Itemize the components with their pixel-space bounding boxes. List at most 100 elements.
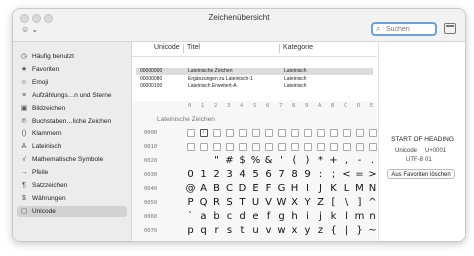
character-cell[interactable]: e	[249, 211, 262, 222]
character-cell[interactable]: 0	[184, 169, 197, 180]
character-cell[interactable]: Y	[301, 197, 314, 208]
table-row[interactable]: 00000100 Lateinisch Erweitert-A Lateinisch	[136, 83, 373, 90]
character-cell[interactable]: W	[275, 197, 288, 208]
character-cell[interactable]: 3	[223, 169, 236, 180]
character-cell[interactable]: =	[353, 169, 366, 180]
character-cell[interactable]: a	[197, 211, 210, 222]
control-character-cell[interactable]	[264, 143, 273, 151]
character-cell[interactable]: 2	[210, 169, 223, 180]
character-cell[interactable]: 5	[249, 169, 262, 180]
control-character-cell[interactable]	[251, 129, 260, 137]
character-cell[interactable]: w	[275, 225, 288, 236]
control-character-cell[interactable]	[199, 143, 208, 151]
control-character-cell[interactable]	[186, 129, 195, 137]
character-cell[interactable]: 4	[236, 169, 249, 180]
sidebar-item-brackets[interactable]: () Klammern	[17, 128, 127, 139]
character-cell[interactable]: [	[327, 197, 340, 208]
control-character-cell[interactable]	[303, 143, 312, 151]
character-cell[interactable]: h	[288, 211, 301, 222]
character-cell[interactable]: \	[340, 197, 353, 208]
character-cell[interactable]: X	[288, 197, 301, 208]
character-cell[interactable]: z	[314, 225, 327, 236]
character-cell[interactable]: |	[340, 225, 353, 236]
character-cell[interactable]: S	[223, 197, 236, 208]
character-cell[interactable]: y	[301, 225, 314, 236]
character-cell[interactable]: t	[236, 225, 249, 236]
character-cell[interactable]: Q	[197, 197, 210, 208]
sidebar-item-list[interactable]: ≡ Aufzählungs…n und Sterne	[17, 90, 127, 101]
character-cell[interactable]: U	[249, 197, 262, 208]
character-cell[interactable]: b	[210, 211, 223, 222]
character-cell[interactable]: l	[340, 211, 353, 222]
character-cell[interactable]: q	[197, 225, 210, 236]
character-cell[interactable]: C	[223, 183, 236, 194]
control-character-cell[interactable]	[316, 143, 325, 151]
control-character-cell[interactable]	[290, 129, 299, 137]
sidebar-item-letterlike[interactable]: ℗ Buchstaben…liche Zeichen	[17, 116, 127, 127]
control-character-cell[interactable]	[342, 143, 351, 151]
control-character-cell[interactable]	[368, 129, 377, 137]
character-cell[interactable]: V	[262, 197, 275, 208]
character-cell[interactable]: ;	[327, 169, 340, 180]
character-cell[interactable]: T	[236, 197, 249, 208]
character-cell[interactable]: H	[288, 183, 301, 194]
control-character-cell[interactable]	[186, 143, 195, 151]
character-cell[interactable]: i	[301, 211, 314, 222]
search-input[interactable]	[386, 24, 434, 34]
character-cell[interactable]: c	[223, 211, 236, 222]
sidebar-item-star[interactable]: ★ Favoriten	[17, 64, 127, 75]
control-character-cell[interactable]	[368, 143, 377, 151]
character-cell[interactable]: A	[197, 183, 210, 194]
control-character-cell[interactable]	[277, 143, 286, 151]
character-cell[interactable]: +	[327, 155, 340, 166]
control-character-cell[interactable]	[225, 129, 234, 137]
control-character-cell[interactable]	[225, 143, 234, 151]
character-cell[interactable]: K	[327, 183, 340, 194]
character-cell[interactable]: $	[236, 155, 249, 166]
character-cell[interactable]: '	[275, 155, 288, 166]
character-cell[interactable]: 9	[301, 169, 314, 180]
character-cell[interactable]: %	[249, 155, 262, 166]
control-character-cell[interactable]	[355, 129, 364, 137]
character-cell[interactable]: -	[353, 155, 366, 166]
sidebar-item-smiley[interactable]: ☺ Emoji	[17, 77, 127, 88]
character-cell[interactable]: p	[184, 225, 197, 236]
control-character-cell[interactable]	[342, 129, 351, 137]
character-cell[interactable]: #	[223, 155, 236, 166]
character-cell[interactable]: M	[353, 183, 366, 194]
character-cell[interactable]: ,	[340, 155, 353, 166]
control-character-cell[interactable]	[329, 143, 338, 151]
character-cell[interactable]: E	[249, 183, 262, 194]
character-cell[interactable]: u	[249, 225, 262, 236]
character-cell[interactable]: P	[184, 197, 197, 208]
control-character-cell[interactable]	[303, 129, 312, 137]
sidebar-item-currency[interactable]: $ Währungen	[17, 193, 127, 204]
character-cell[interactable]: `	[184, 211, 197, 222]
character-cell[interactable]: *	[314, 155, 327, 166]
character-cell[interactable]: (	[288, 155, 301, 166]
character-cell[interactable]: f	[262, 211, 275, 222]
control-character-cell[interactable]	[264, 129, 273, 137]
character-cell[interactable]: Z	[314, 197, 327, 208]
character-cell[interactable]: r	[210, 225, 223, 236]
control-character-cell[interactable]	[316, 129, 325, 137]
character-cell[interactable]: G	[275, 183, 288, 194]
sidebar-item-math[interactable]: √ Mathematische Symbole	[17, 154, 127, 165]
character-cell[interactable]: s	[223, 225, 236, 236]
character-cell[interactable]: m	[353, 211, 366, 222]
sidebar-item-latin[interactable]: A Lateinisch	[17, 141, 127, 152]
action-menu-button[interactable]: ☺ ⌄	[21, 25, 38, 34]
control-character-cell[interactable]	[329, 129, 338, 137]
character-cell[interactable]: B	[210, 183, 223, 194]
character-cell[interactable]: J	[314, 183, 327, 194]
character-cell[interactable]: 6	[262, 169, 275, 180]
character-cell[interactable]: 1	[197, 169, 210, 180]
control-character-cell[interactable]	[277, 129, 286, 137]
view-toggle-button[interactable]	[444, 23, 456, 34]
character-cell[interactable]: @	[184, 183, 197, 194]
character-cell[interactable]: 8	[288, 169, 301, 180]
sidebar-item-picture[interactable]: ▣ Bildzeichen	[17, 103, 127, 114]
control-character-cell[interactable]	[238, 143, 247, 151]
column-header-title[interactable]: Titel	[187, 44, 200, 51]
control-character-cell[interactable]	[238, 129, 247, 137]
